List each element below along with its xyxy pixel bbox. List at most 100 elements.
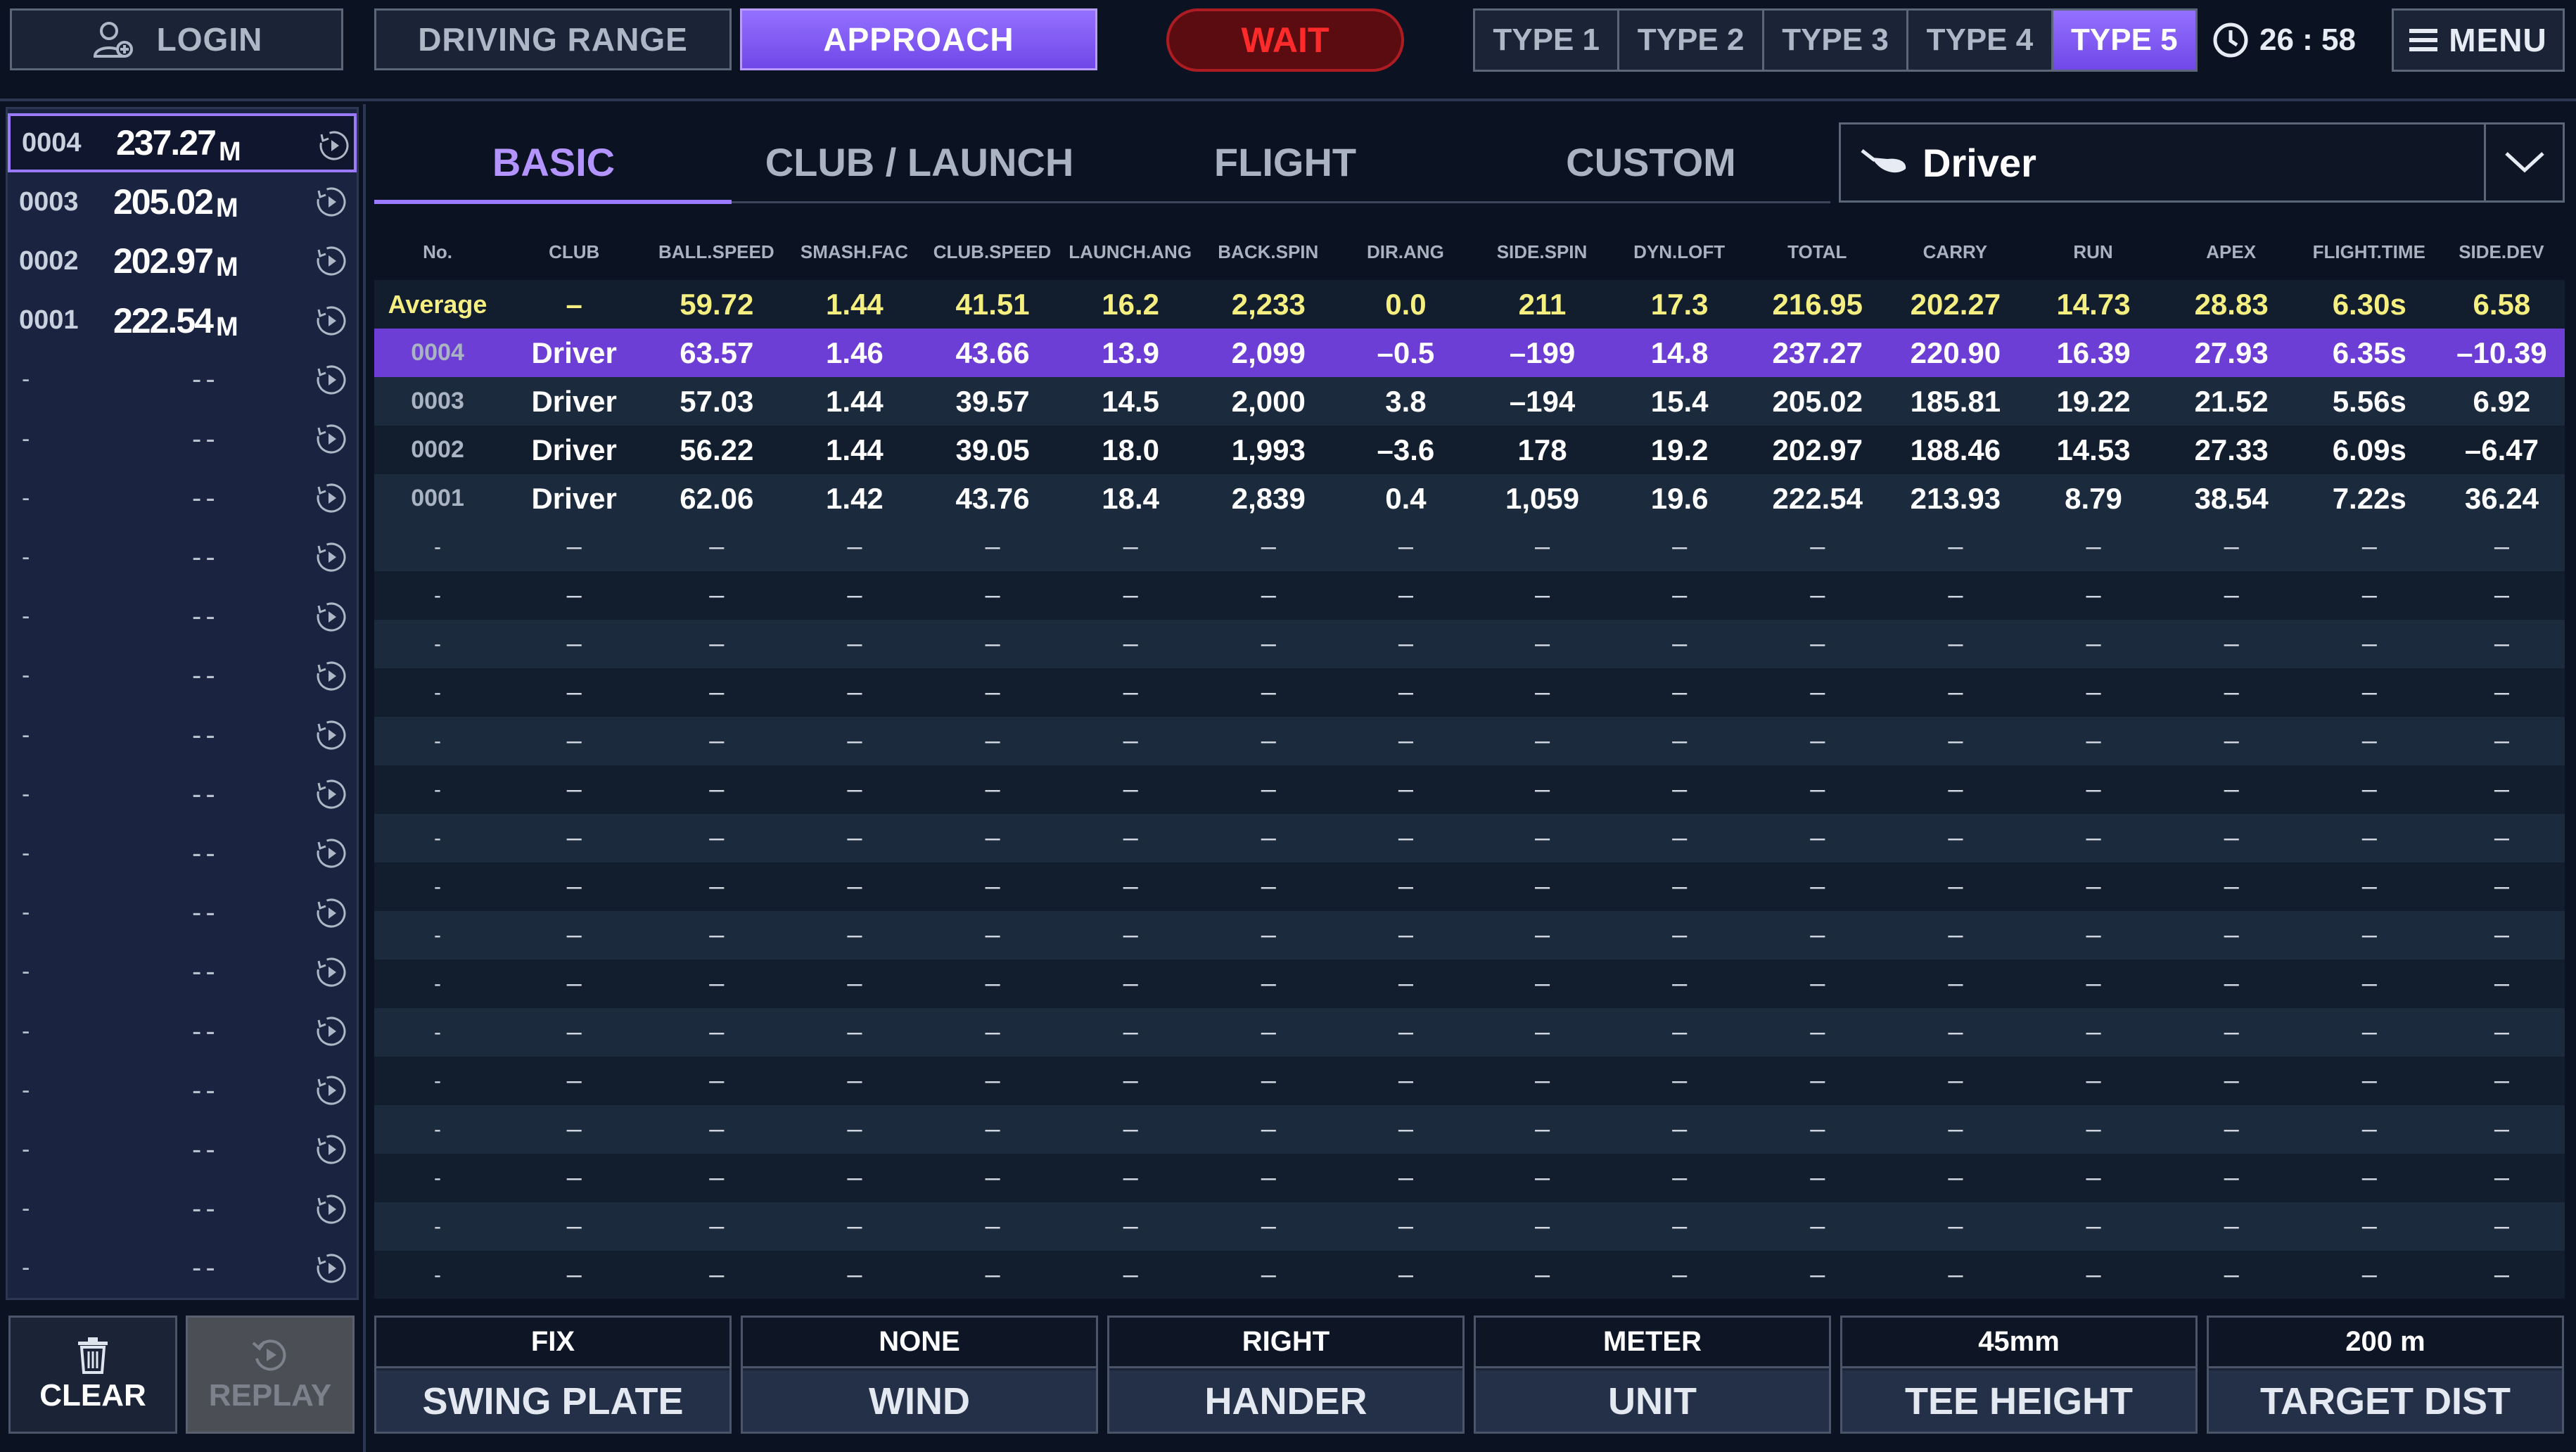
login-button[interactable]: LOGIN: [10, 8, 343, 70]
table-cell: –: [1473, 620, 1611, 668]
shot-list-empty-item[interactable]: - --: [8, 350, 357, 409]
shot-list-item[interactable]: 0003 205.02 M: [8, 172, 357, 231]
table-row[interactable]: 0004 Driver 63.57 1.46 43.66 13.9 2,099 –0.5 –19…: [374, 329, 2565, 377]
shot-list-empty-item[interactable]: - --: [8, 528, 357, 587]
wind-setting[interactable]: NONE WIND: [741, 1316, 1098, 1434]
tab-club-launch[interactable]: CLUB / LAUNCH: [740, 120, 1099, 204]
empty-table-row[interactable]: - – – – – – – – – – – – – – – –: [374, 1105, 2565, 1154]
empty-table-row[interactable]: - – – – – – – – – – – – – – – –: [374, 571, 2565, 620]
table-row[interactable]: 0001 Driver 62.06 1.42 43.76 18.4 2,839 0.4 1,05…: [374, 474, 2565, 523]
empty-table-row[interactable]: - – – – – – – – – – – – – – – –: [374, 911, 2565, 960]
shot-list-empty-item[interactable]: - --: [8, 943, 357, 1002]
shot-list-empty-item[interactable]: - --: [8, 587, 357, 647]
table-cell: –: [1473, 717, 1611, 765]
shot-list-empty-item[interactable]: - --: [8, 1239, 357, 1298]
shot-list-item[interactable]: 0004 237.27 M: [8, 113, 357, 172]
shot-list-empty-item[interactable]: - --: [8, 647, 357, 706]
target-dist-setting[interactable]: 200 m TARGET DIST: [2207, 1316, 2564, 1434]
shot-list-item[interactable]: 0002 202.97 M: [8, 231, 357, 291]
shot-list-empty-item[interactable]: - --: [8, 409, 357, 469]
tee-height-setting[interactable]: 45mm TEE HEIGHT: [1840, 1316, 2198, 1434]
mode-approach-button[interactable]: APPROACH: [740, 8, 1097, 70]
shot-replay-button[interactable]: [314, 955, 348, 993]
table-cell: –: [1199, 620, 1337, 668]
shot-replay-button[interactable]: [314, 659, 348, 696]
empty-table-row[interactable]: - – – – – – – – – – – – – – – –: [374, 1154, 2565, 1202]
wait-status-button[interactable]: WAIT: [1166, 8, 1404, 72]
shot-replay-button[interactable]: [314, 304, 348, 341]
average-row[interactable]: Average –59.72 1.44 41.51 16.2 2,233 0.0 211 17.…: [374, 280, 2565, 329]
shot-replay-button[interactable]: [314, 540, 348, 578]
shot-list-empty-item[interactable]: - --: [8, 1061, 357, 1120]
shot-replay-button[interactable]: [314, 836, 348, 874]
type-4-button[interactable]: TYPE 4: [1908, 11, 2053, 70]
shot-list-empty-item[interactable]: - --: [8, 1002, 357, 1061]
shot-distance: --: [192, 778, 219, 810]
empty-table-row[interactable]: - – – – – – – – – – – – – – – –: [374, 1008, 2565, 1057]
setting-value: FIX: [376, 1318, 729, 1368]
shot-replay-button[interactable]: [314, 481, 348, 518]
shot-replay-button[interactable]: [314, 1074, 348, 1111]
table-cell: –: [1473, 911, 1611, 960]
club-dropdown[interactable]: Driver: [1839, 122, 2565, 203]
table-cell: 211: [1473, 280, 1611, 329]
shot-list-empty-item[interactable]: - --: [8, 824, 357, 883]
shot-list-item[interactable]: 0001 222.54 M: [8, 291, 357, 350]
hander-setting[interactable]: RIGHT HANDER: [1107, 1316, 1465, 1434]
empty-table-row[interactable]: - – – – – – – – – – – – – – – –: [374, 1251, 2565, 1299]
shot-list-empty-item[interactable]: - --: [8, 706, 357, 765]
shot-replay-button[interactable]: [314, 600, 348, 637]
shot-replay-button[interactable]: [314, 363, 348, 400]
type-3-button[interactable]: TYPE 3: [1764, 11, 1909, 70]
type-1-button[interactable]: TYPE 1: [1475, 11, 1620, 70]
shot-list-empty-item[interactable]: - --: [8, 1180, 357, 1239]
replay-button[interactable]: REPLAY: [186, 1316, 355, 1434]
tab-custom[interactable]: CUSTOM: [1472, 120, 1830, 204]
shot-replay-button[interactable]: [314, 244, 348, 281]
table-cell: –: [2024, 1154, 2162, 1202]
tab-basic[interactable]: BASIC: [374, 120, 733, 204]
tab-flight[interactable]: FLIGHT: [1106, 120, 1465, 204]
empty-table-row[interactable]: - – – – – – – – – – – – – – – –: [374, 668, 2565, 717]
empty-table-row[interactable]: - – – – – – – – – – – – – – – –: [374, 523, 2565, 571]
empty-table-row[interactable]: - – – – – – – – – – – – – – – –: [374, 620, 2565, 668]
clear-button[interactable]: CLEAR: [8, 1316, 177, 1434]
empty-table-row[interactable]: - – – – – – – – – – – – – – – –: [374, 862, 2565, 911]
table-cell: 43.76: [923, 474, 1061, 523]
swing-plate-setting[interactable]: FIX SWING PLATE: [374, 1316, 732, 1434]
table-cell: Driver: [501, 474, 648, 523]
empty-table-row[interactable]: - – – – – – – – – – – – – – – –: [374, 814, 2565, 862]
shot-replay-button[interactable]: [314, 1133, 348, 1170]
empty-table-row[interactable]: - – – – – – – – – – – – – – – –: [374, 765, 2565, 814]
type-2-button[interactable]: TYPE 2: [1619, 11, 1764, 70]
empty-table-row[interactable]: - – – – – – – – – – – – – – – –: [374, 1202, 2565, 1251]
shot-unit: M: [219, 137, 241, 167]
shot-replay-button[interactable]: [317, 129, 351, 166]
empty-table-row[interactable]: - – – – – – – – – – – – – – – –: [374, 960, 2565, 1008]
mode-driving-range-button[interactable]: DRIVING RANGE: [374, 8, 732, 70]
shot-replay-button[interactable]: [314, 1192, 348, 1230]
type-5-button[interactable]: TYPE 5: [2053, 11, 2196, 70]
shot-replay-button[interactable]: [314, 896, 348, 934]
menu-button[interactable]: MENU: [2392, 8, 2565, 72]
shot-replay-button[interactable]: [314, 185, 348, 222]
shot-list-empty-item[interactable]: - --: [8, 884, 357, 943]
shot-list-empty-item[interactable]: - --: [8, 1120, 357, 1179]
table-cell: –: [923, 620, 1061, 668]
row-number-cell: 0003: [374, 377, 502, 426]
shot-list-empty-item[interactable]: - --: [8, 765, 357, 824]
shot-replay-button[interactable]: [314, 1252, 348, 1289]
table-cell: –: [785, 1008, 924, 1057]
shot-replay-button[interactable]: [314, 1014, 348, 1052]
empty-table-row[interactable]: - – – – – – – – – – – – – – – –: [374, 717, 2565, 765]
dropdown-toggle[interactable]: [2484, 125, 2563, 200]
empty-table-row[interactable]: - – – – – – – – – – – – – – – –: [374, 1057, 2565, 1105]
table-cell: –: [1061, 814, 1199, 862]
shot-replay-button[interactable]: [314, 422, 348, 459]
table-row[interactable]: 0002 Driver 56.22 1.44 39.05 18.0 1,993 –3.6 178…: [374, 426, 2565, 474]
shot-replay-button[interactable]: [314, 718, 348, 756]
shot-list-empty-item[interactable]: - --: [8, 469, 357, 528]
unit-setting[interactable]: METER UNIT: [1474, 1316, 1831, 1434]
table-row[interactable]: 0003 Driver 57.03 1.44 39.57 14.5 2,000 3.8 –194…: [374, 377, 2565, 426]
shot-replay-button[interactable]: [314, 777, 348, 815]
